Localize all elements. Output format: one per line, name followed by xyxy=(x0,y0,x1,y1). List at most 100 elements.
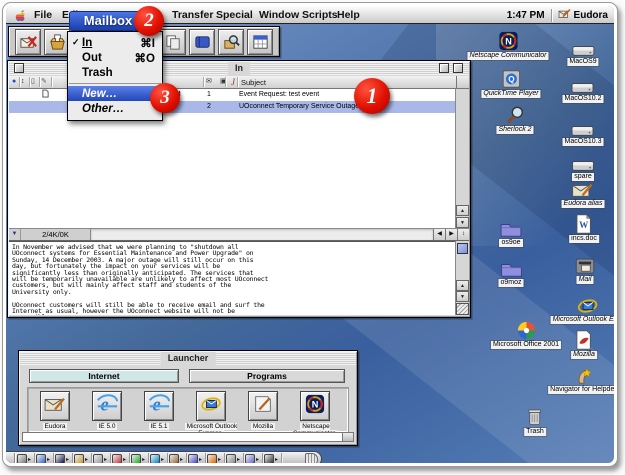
delete-message-button[interactable] xyxy=(15,29,41,55)
menu-item-label: Other… xyxy=(82,103,124,115)
scroll-down-icon[interactable]: ▼ xyxy=(456,217,469,228)
preview-scroll-down-icon[interactable]: ▼ xyxy=(456,291,469,302)
control-strip-module-talk[interactable]: ▸ xyxy=(206,453,225,464)
launcher-label-text: IE 5.1 xyxy=(149,423,170,430)
status-bar: ▼ 2/4K/0K ◀ ▶ ↕ xyxy=(9,228,469,241)
attachment-icon[interactable]: ▯ xyxy=(31,76,35,88)
callout-2: 2 xyxy=(134,6,164,36)
desktop-icon-microsoft-office-2001[interactable]: Microsoft Office 2001 xyxy=(491,318,561,349)
label-pen-icon[interactable]: ✎ xyxy=(41,76,47,88)
launcher-button-eudora[interactable] xyxy=(40,391,70,421)
control-strip-module-resolution[interactable]: ▸ xyxy=(149,453,168,464)
control-strip-module-energy-saver[interactable]: ▸ xyxy=(54,453,73,464)
control-strip-module-print-queue[interactable]: ▸ xyxy=(168,453,187,464)
message-list-scrollbar[interactable]: ▲ ▼ xyxy=(455,89,469,228)
address-book-button[interactable] xyxy=(189,29,215,55)
mailbox-size-popup-icon[interactable]: ▼ xyxy=(9,229,21,240)
column-separator[interactable] xyxy=(203,77,204,87)
open-calendar-button[interactable] xyxy=(247,29,273,55)
mailbox-menu-item-other[interactable]: Other… xyxy=(68,101,162,116)
desktop-icon-macos10-3[interactable]: MacOS10.3 xyxy=(563,115,604,146)
menu-item-special[interactable]: Special xyxy=(214,6,255,24)
column-separator[interactable] xyxy=(19,77,20,87)
launcher-tab-programs[interactable]: Programs xyxy=(189,369,345,383)
scroll-right-icon[interactable]: ▶ xyxy=(445,229,457,240)
column-separator[interactable] xyxy=(225,77,226,87)
j-column-icon[interactable]: J xyxy=(231,76,235,88)
message-preview-pane[interactable]: In November we advised that we were plan… xyxy=(9,241,455,315)
column-separator[interactable] xyxy=(51,77,52,87)
menu-item-label: Out xyxy=(82,52,102,64)
launcher-button-ie-5-0[interactable]: e xyxy=(92,391,122,421)
control-strip-module-keychain[interactable]: ▸ xyxy=(92,453,111,464)
launcher-label-text: IE 5.0 xyxy=(97,423,118,430)
launcher-tab-internet[interactable]: Internet xyxy=(29,369,179,383)
desktop-icon-macos10-2[interactable]: MacOS10.2 xyxy=(563,72,604,103)
control-strip-module-file-sharing[interactable]: ▸ xyxy=(73,453,92,464)
resize-grip-icon[interactable] xyxy=(456,303,469,315)
preview-scrollbar[interactable]: ▲ ▼ xyxy=(455,241,469,315)
desktop-icon-eudora-alias[interactable]: Eudora alias xyxy=(562,177,605,208)
launcher-title: Launcher xyxy=(161,352,216,365)
copy-button[interactable] xyxy=(160,29,186,55)
desktop-icon-trash[interactable]: Trash xyxy=(524,405,546,436)
control-strip-module-microphone[interactable]: ▸ xyxy=(244,453,263,464)
scroll-left-icon[interactable]: ◀ xyxy=(433,229,445,240)
column-config-button[interactable] xyxy=(456,76,469,88)
menu-item-file[interactable]: File xyxy=(32,6,54,24)
scrollbar-thumb[interactable] xyxy=(457,243,468,254)
mailbox-menu-item-new[interactable]: New… xyxy=(68,86,162,101)
zoom-box-icon[interactable] xyxy=(439,63,449,73)
horizontal-scrollbar[interactable] xyxy=(91,229,433,240)
subject-column-header[interactable]: Subject xyxy=(241,76,266,88)
desktop-icon-o9moz[interactable]: o9moz xyxy=(498,256,523,287)
launcher-horizontal-scrollbar[interactable] xyxy=(22,432,354,442)
envelope-icon[interactable]: ✉ xyxy=(206,76,212,88)
menu-item-transfer[interactable]: Transfer xyxy=(170,6,215,24)
control-strip-module-color-depth[interactable]: ▸ xyxy=(130,453,149,464)
desktop-icon-navigator-for-helpdes[interactable]: Navigator for Helpdes xyxy=(548,363,614,394)
column-separator[interactable] xyxy=(39,77,40,87)
control-strip-handle[interactable] xyxy=(8,453,15,463)
desktop-icon-netscape-communicator[interactable]: NNetscape Communicator xyxy=(467,29,548,60)
launcher-button-ie-5-1[interactable]: e xyxy=(144,391,174,421)
desktop-icon-quicktime-player[interactable]: QQuickTime Player xyxy=(481,67,540,98)
control-strip-module-monitor[interactable]: ▸ xyxy=(16,453,35,464)
menu-item-scripts[interactable]: Scripts xyxy=(300,6,340,24)
mailbox-menu-item-trash[interactable]: Trash xyxy=(68,65,162,80)
desktop-icon-sherlock-2[interactable]: Sherlock 2 xyxy=(496,103,533,134)
menu-item-window[interactable]: Window xyxy=(257,6,301,24)
control-strip-module-printer-selector[interactable]: ▸ xyxy=(111,453,130,464)
application-menu[interactable]: Eudora xyxy=(558,8,608,22)
desktop-icon-os9oe[interactable]: os9oe xyxy=(499,216,523,247)
desktop-icon-incs-doc[interactable]: Wincs.doc xyxy=(569,212,599,243)
preview-scroll-up-icon[interactable]: ▲ xyxy=(456,280,469,291)
menu-item-help[interactable]: Help xyxy=(335,6,362,24)
message-status-icon[interactable]: ● xyxy=(12,76,16,88)
directory-search-button[interactable] xyxy=(218,29,244,55)
desktop-icon-mozilla[interactable]: Mozilla xyxy=(571,328,597,359)
desktop-icon-mail[interactable]: Mail xyxy=(575,253,596,284)
control-strip-end-cap[interactable] xyxy=(305,453,318,464)
close-box-icon[interactable] xyxy=(14,63,24,73)
mailbox-menu-item-in[interactable]: ✓In⌘I xyxy=(68,35,162,50)
column-separator[interactable] xyxy=(237,77,238,87)
launcher-button-netscape-communicator[interactable]: N xyxy=(300,391,330,421)
control-strip[interactable]: ▸▸▸▸▸▸▸▸▸▸▸▸▸▸ xyxy=(6,451,322,463)
launcher-scroll-thumb[interactable] xyxy=(342,433,353,441)
desktop-icon-macos9[interactable]: MacOS9 xyxy=(567,35,598,66)
control-strip-module-quicktime[interactable]: ▸ xyxy=(187,453,206,464)
launcher-button-microsoft-outlook-express[interactable] xyxy=(196,391,226,421)
control-strip-module-sound[interactable]: ▸ xyxy=(35,453,54,464)
priority-icon[interactable]: ↕ xyxy=(21,76,25,88)
scroll-up-icon[interactable]: ▲ xyxy=(456,205,469,216)
launcher-button-mozilla[interactable] xyxy=(248,391,278,421)
apple-logo-icon[interactable] xyxy=(15,9,26,27)
column-separator[interactable] xyxy=(29,77,30,87)
control-strip-module-volume[interactable]: ▸ xyxy=(225,453,244,464)
split-pane-zoom-icon[interactable]: ↕ xyxy=(457,229,469,240)
collapse-box-icon[interactable] xyxy=(453,63,463,73)
control-strip-module-media[interactable]: ▸ xyxy=(263,453,282,464)
launcher-titlebar[interactable]: Launcher xyxy=(20,352,356,365)
mailbox-menu-item-out[interactable]: Out⌘O xyxy=(68,50,162,65)
